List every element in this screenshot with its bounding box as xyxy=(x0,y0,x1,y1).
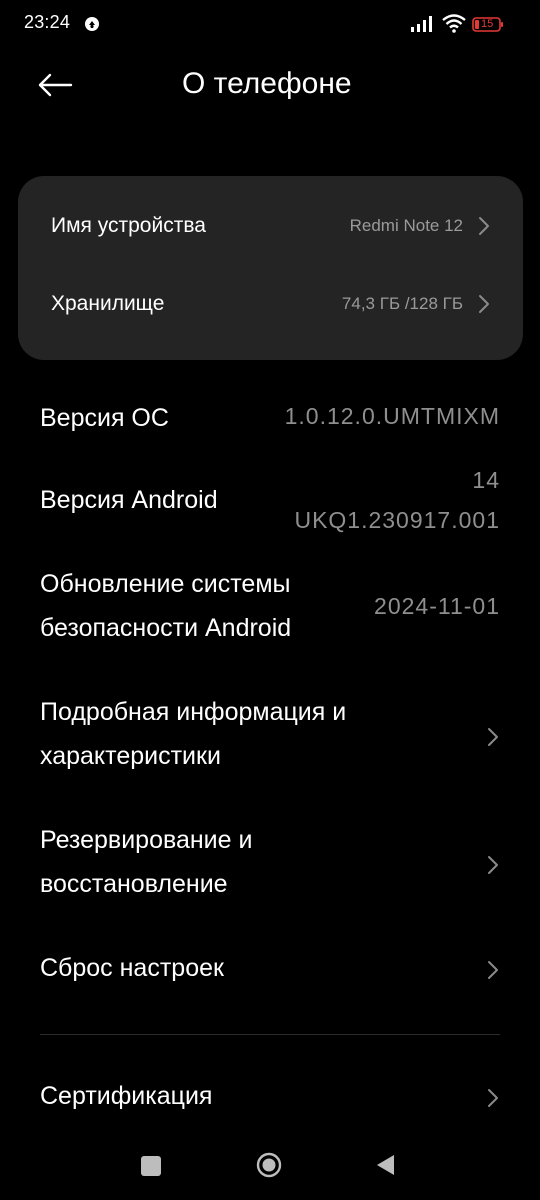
navigation-bar xyxy=(0,1140,540,1192)
signal-icon xyxy=(411,16,432,32)
divider xyxy=(40,1034,500,1035)
os-version-value: 1.0.12.0.UMTMIXM xyxy=(284,403,500,429)
certification-row[interactable]: Сертификация xyxy=(0,1074,540,1122)
android-version-number: 14 xyxy=(472,467,500,493)
app-header: О телефоне xyxy=(0,54,540,116)
chevron-right-icon xyxy=(488,1089,498,1107)
chevron-right-icon xyxy=(488,856,498,874)
page-title: О телефоне xyxy=(182,67,352,100)
device-name-value: Redmi Note 12 xyxy=(349,216,463,235)
certification-label: Сертификация xyxy=(40,1082,213,1110)
os-version-row[interactable]: Версия ОС 1.0.12.0.UMTMIXM xyxy=(0,394,540,444)
storage-value: 74,3 ГБ /128 ГБ xyxy=(341,294,463,313)
reset-label: Сброс настроек xyxy=(40,954,224,982)
details-label-2: характеристики xyxy=(40,742,221,770)
android-version-label: Версия Android xyxy=(40,486,218,514)
details-row[interactable]: Подробная информация и характеристики xyxy=(0,690,540,780)
chevron-right-icon xyxy=(488,961,498,979)
details-label-1: Подробная информация и xyxy=(40,698,347,726)
chevron-right-icon xyxy=(479,295,489,313)
status-time: 23:24 xyxy=(24,12,71,32)
storage-row[interactable]: Хранилище 74,3 ГБ /128 ГБ xyxy=(18,269,523,339)
back-button[interactable] xyxy=(32,64,78,106)
status-bar: 23:24 15 xyxy=(0,0,540,48)
android-version-row[interactable]: Версия Android 14 UKQ1.230917.001 xyxy=(0,458,540,542)
device-name-label: Имя устройства xyxy=(51,214,206,237)
os-version-label: Версия ОС xyxy=(40,404,169,432)
security-update-label-1: Обновление системы xyxy=(40,570,291,598)
recents-icon[interactable] xyxy=(141,1156,161,1176)
device-name-row[interactable]: Имя устройства Redmi Note 12 xyxy=(18,191,523,261)
backup-label-1: Резервирование и xyxy=(40,826,253,854)
reset-row[interactable]: Сброс настроек xyxy=(0,946,540,994)
chevron-right-icon xyxy=(479,217,489,235)
wifi-icon xyxy=(442,14,466,33)
back-icon[interactable] xyxy=(374,1153,396,1177)
home-icon[interactable] xyxy=(256,1152,282,1178)
security-update-row[interactable]: Обновление системы безопасности Android … xyxy=(0,562,540,652)
backup-label-2: восстановление xyxy=(40,870,228,898)
android-build-value: UKQ1.230917.001 xyxy=(294,507,500,533)
device-card: Имя устройства Redmi Note 12 Хранилище 7… xyxy=(18,176,523,360)
security-update-value: 2024-11-01 xyxy=(374,593,500,619)
chevron-right-icon xyxy=(488,728,498,746)
storage-label: Хранилище xyxy=(51,292,165,315)
battery-icon: 15 xyxy=(472,17,504,32)
arrow-left-icon xyxy=(38,73,73,97)
security-update-label-2: безопасности Android xyxy=(40,614,292,642)
battery-level: 15 xyxy=(481,18,494,30)
backup-row[interactable]: Резервирование и восстановление xyxy=(0,818,540,908)
notification-icon xyxy=(85,17,99,31)
